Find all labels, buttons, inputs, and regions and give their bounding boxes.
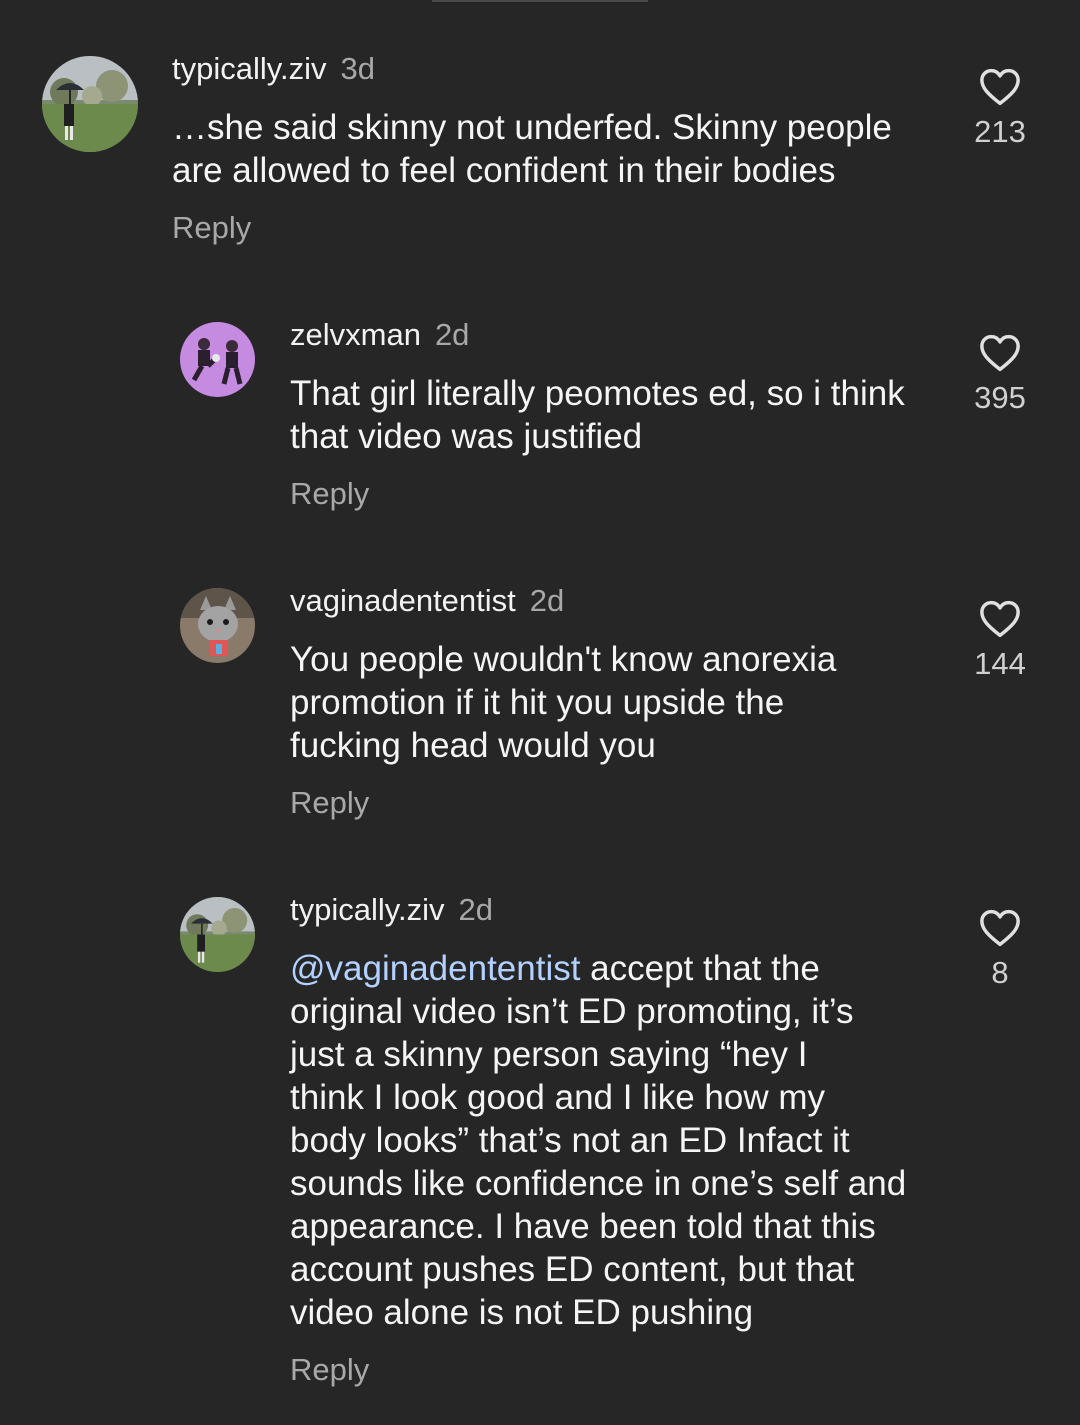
timestamp: 3d: [340, 51, 375, 86]
heart-outline-icon: [980, 909, 1020, 947]
comment-meta: zelvxman 2d: [290, 317, 469, 353]
avatar[interactable]: [180, 322, 255, 397]
comment-text: You people wouldn't know anorexia promot…: [290, 640, 837, 765]
like-count: 8: [991, 955, 1009, 990]
reply-button[interactable]: Reply: [290, 785, 369, 821]
like-count: 395: [974, 380, 1026, 415]
comment-meta: typically.ziv 2d: [290, 892, 493, 928]
timestamp: 2d: [458, 892, 493, 927]
reply-button[interactable]: Reply: [172, 210, 251, 246]
cat-avatar-icon: [180, 588, 255, 663]
fighters-avatar-icon: [180, 322, 255, 397]
avatar[interactable]: [180, 897, 255, 972]
timestamp: 2d: [529, 583, 565, 618]
comment-text: …she said skinny not underfed. Skinny pe…: [172, 108, 892, 190]
like-button[interactable]: 8: [960, 909, 1040, 991]
heart-outline-icon: [980, 600, 1020, 638]
avatar[interactable]: [180, 588, 255, 663]
park-umbrella-avatar-icon: [42, 56, 138, 152]
like-button[interactable]: 213: [960, 68, 1040, 150]
comment-text: That girl literally peomotes ed, so i th…: [290, 374, 905, 456]
heart-outline-icon: [980, 334, 1020, 372]
like-button[interactable]: 144: [960, 600, 1040, 682]
username[interactable]: zelvxman: [290, 317, 421, 352]
comment-meta: typically.ziv 3d: [172, 51, 375, 87]
reply-button[interactable]: Reply: [290, 1352, 369, 1388]
username[interactable]: vaginadententist: [290, 583, 516, 618]
comment-text: @vaginadententist accept that the origin…: [290, 947, 955, 1334]
username[interactable]: typically.ziv: [172, 51, 326, 86]
comment-meta: vaginadententist 2d: [290, 583, 564, 619]
avatar[interactable]: [42, 56, 138, 152]
reply-button[interactable]: Reply: [290, 476, 369, 512]
like-count: 144: [974, 646, 1026, 681]
like-count: 213: [974, 114, 1026, 149]
comment-body: accept that the original video isn’t ED …: [290, 949, 907, 1332]
username[interactable]: typically.ziv: [290, 892, 444, 927]
timestamp: 2d: [434, 317, 470, 352]
heart-outline-icon: [980, 68, 1020, 106]
like-button[interactable]: 395: [960, 334, 1040, 416]
park-umbrella-avatar-icon: [180, 897, 255, 972]
mention-link[interactable]: @vaginadententist: [290, 949, 580, 988]
sheet-drag-handle[interactable]: [432, 0, 648, 2]
